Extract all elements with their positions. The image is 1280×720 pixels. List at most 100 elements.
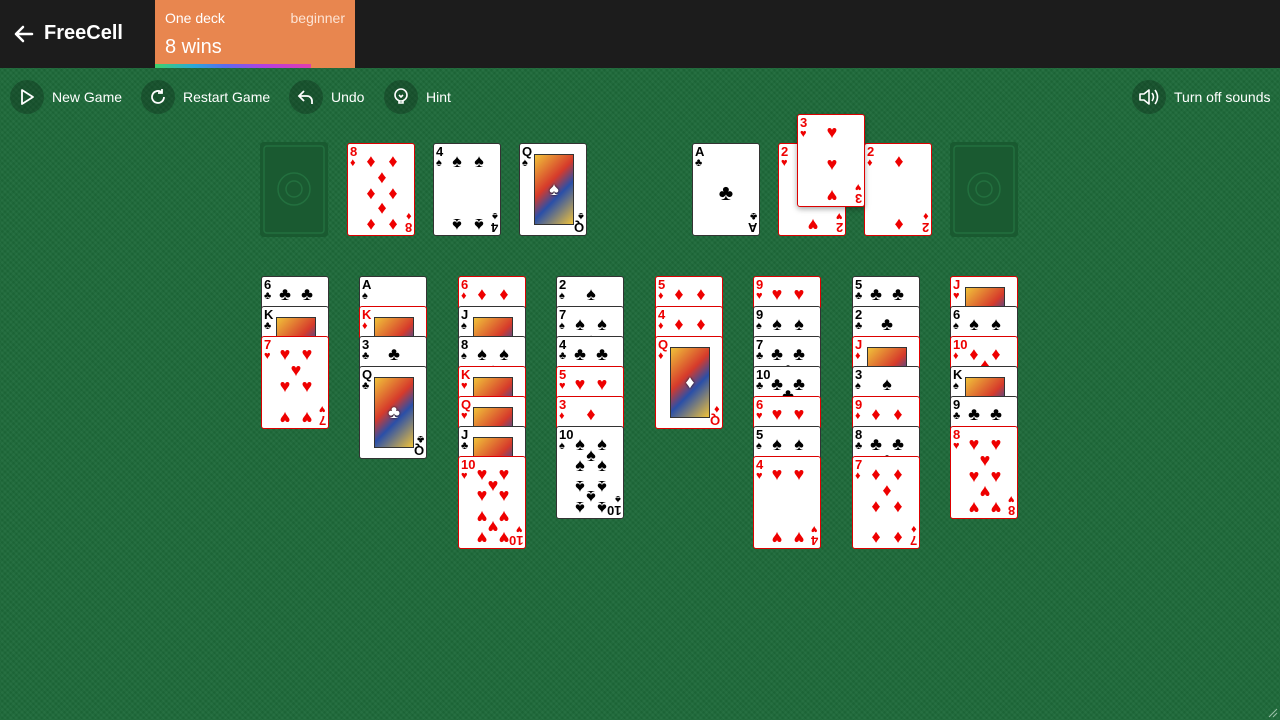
clubs-icon: ♣ bbox=[870, 284, 882, 304]
hearts-icon: ♥ bbox=[811, 523, 818, 535]
spades-icon: ♠ bbox=[461, 350, 467, 362]
tableau-card[interactable]: 10 ♥ 10 ♥ ♥ ♥ ♥ ♥ ♥ ♥ ♥ ♥ ♥ ♥ bbox=[458, 456, 526, 549]
undo-button[interactable]: Undo bbox=[289, 80, 364, 114]
hearts-icon: ♥ bbox=[279, 408, 291, 428]
clubs-icon: ♣ bbox=[756, 380, 764, 392]
diamonds-icon: ♦ bbox=[696, 314, 706, 334]
face-card-art: ♦ bbox=[670, 347, 710, 418]
spades-icon: ♠ bbox=[855, 380, 861, 392]
spades-icon: ♠ bbox=[452, 215, 462, 235]
card-rank: 4 bbox=[810, 533, 818, 548]
spades-icon: ♠ bbox=[549, 179, 559, 199]
spades-icon: ♠ bbox=[559, 320, 565, 332]
diamonds-icon: ♦ bbox=[855, 410, 861, 422]
sound-toggle-button[interactable]: Turn off sounds bbox=[1132, 80, 1271, 114]
dragging-card[interactable]: 3 ♥ 3 ♥ ♥ ♥ ♥ bbox=[797, 114, 865, 207]
foundation-card[interactable]: A ♣ A ♣ ♣ bbox=[692, 143, 760, 236]
spades-icon: ♠ bbox=[474, 151, 484, 171]
empty-foundation[interactable] bbox=[950, 142, 1018, 237]
tableau-card[interactable]: 7 ♦ 7 ♦ ♦ ♦ ♦ ♦ ♦ ♦ ♦ bbox=[852, 456, 920, 549]
card-rank: 7 bbox=[909, 533, 917, 548]
diamonds-icon: ♦ bbox=[893, 404, 903, 424]
new-game-button[interactable]: New Game bbox=[10, 80, 122, 114]
tableau-card[interactable]: 8 ♥ 8 ♥ ♥ ♥ ♥ ♥ ♥ ♥ ♥ ♥ bbox=[950, 426, 1018, 519]
diamonds-icon: ♦ bbox=[350, 157, 356, 169]
hearts-icon: ♥ bbox=[771, 284, 783, 304]
card-rank: A bbox=[747, 220, 757, 235]
spades-icon: ♠ bbox=[586, 284, 596, 304]
speaker-icon bbox=[1132, 80, 1166, 114]
card-rank: 8 bbox=[1007, 503, 1015, 518]
diamonds-icon: ♦ bbox=[714, 403, 720, 415]
spades-icon: ♠ bbox=[452, 151, 462, 171]
clubs-icon: ♣ bbox=[968, 404, 980, 424]
diamonds-icon: ♦ bbox=[953, 350, 959, 362]
tableau-card[interactable]: 10 ♠ 10 ♠ ♠ ♠ ♠ ♠ ♠ ♠ ♠ ♠ ♠ ♠ bbox=[556, 426, 624, 519]
spades-icon: ♠ bbox=[362, 290, 368, 302]
level-label: beginner bbox=[290, 10, 346, 26]
clubs-icon: ♣ bbox=[388, 402, 400, 422]
freecell-card[interactable]: 4 ♠ 4 ♠ ♠ ♠ ♠ ♠ bbox=[433, 143, 501, 236]
face-card-art: ♠ bbox=[534, 154, 574, 225]
hearts-icon: ♥ bbox=[953, 290, 960, 302]
diamonds-icon: ♦ bbox=[894, 215, 904, 235]
hearts-icon: ♥ bbox=[301, 376, 313, 396]
hearts-icon: ♥ bbox=[953, 440, 960, 452]
diamonds-icon: ♦ bbox=[674, 314, 684, 334]
wins-count: 8 wins bbox=[165, 36, 222, 58]
tableau-card[interactable]: 4 ♥ 4 ♥ ♥ ♥ ♥ ♥ bbox=[753, 456, 821, 549]
card-rank: Q bbox=[573, 220, 584, 235]
hearts-icon: ♥ bbox=[319, 403, 326, 415]
card-rank: 8 bbox=[404, 220, 412, 235]
spades-icon: ♠ bbox=[597, 455, 607, 476]
score-panel[interactable]: One deck beginner 8 wins bbox=[155, 0, 355, 68]
hearts-icon: ♥ bbox=[596, 374, 608, 394]
hearts-icon: ♥ bbox=[793, 464, 805, 484]
hearts-icon: ♥ bbox=[771, 404, 783, 424]
resize-grip-icon[interactable] bbox=[1266, 706, 1278, 718]
hearts-icon: ♥ bbox=[301, 408, 313, 428]
hearts-icon: ♥ bbox=[476, 485, 488, 506]
new-game-label: New Game bbox=[52, 89, 123, 105]
spades-icon: ♠ bbox=[492, 210, 498, 222]
tableau-card[interactable]: 7 ♥ 7 ♥ ♥ ♥ ♥ ♥ ♥ ♥ ♥ bbox=[261, 336, 329, 429]
empty-freecell[interactable] bbox=[260, 142, 328, 237]
hearts-icon: ♥ bbox=[826, 122, 838, 142]
diamonds-icon: ♦ bbox=[658, 320, 664, 332]
clubs-icon: ♣ bbox=[559, 350, 567, 362]
diamonds-icon: ♦ bbox=[674, 284, 684, 304]
clubs-icon: ♣ bbox=[596, 344, 608, 364]
spades-icon: ♠ bbox=[522, 157, 528, 169]
face-card-art: ♣ bbox=[374, 377, 414, 448]
diamonds-icon: ♦ bbox=[499, 284, 509, 304]
hearts-icon: ♥ bbox=[807, 215, 819, 235]
hearts-icon: ♥ bbox=[756, 410, 763, 422]
restart-game-button[interactable]: Restart Game bbox=[141, 80, 270, 114]
tableau-card[interactable]: Q ♦ Q ♦ ♦ bbox=[655, 336, 723, 429]
clubs-icon: ♣ bbox=[855, 290, 863, 302]
freecell-card[interactable]: Q ♠ Q ♠ ♠ bbox=[519, 143, 587, 236]
clubs-icon: ♣ bbox=[695, 157, 703, 169]
spades-icon: ♠ bbox=[772, 434, 782, 454]
card-rank: 3 bbox=[854, 191, 862, 206]
hearts-icon: ♥ bbox=[836, 210, 843, 222]
clubs-icon: ♣ bbox=[718, 180, 734, 205]
spades-icon: ♠ bbox=[559, 290, 565, 302]
card-rank: 7 bbox=[318, 413, 326, 428]
diamonds-icon: ♦ bbox=[685, 372, 695, 392]
diamonds-icon: ♦ bbox=[477, 284, 487, 304]
foundation-card[interactable]: 2 ♦ 2 ♦ ♦ ♦ bbox=[864, 143, 932, 236]
clubs-icon: ♣ bbox=[990, 404, 1002, 424]
hint-button[interactable]: Hint bbox=[384, 80, 451, 114]
clubs-icon: ♣ bbox=[301, 284, 313, 304]
hearts-icon: ♥ bbox=[826, 154, 838, 174]
freecell-card[interactable]: 8 ♦ 8 ♦ ♦ ♦ ♦ ♦ ♦ ♦ ♦ ♦ bbox=[347, 143, 415, 236]
tableau-card[interactable]: Q ♣ Q ♣ ♣ bbox=[359, 366, 427, 459]
diamonds-icon: ♦ bbox=[871, 496, 881, 516]
diamonds-icon: ♦ bbox=[923, 210, 929, 222]
hearts-icon: ♥ bbox=[968, 498, 980, 518]
diamonds-icon: ♦ bbox=[406, 210, 412, 222]
clubs-icon: ♣ bbox=[892, 284, 904, 304]
back-arrow-icon[interactable] bbox=[10, 20, 38, 48]
hearts-icon: ♥ bbox=[855, 181, 862, 193]
